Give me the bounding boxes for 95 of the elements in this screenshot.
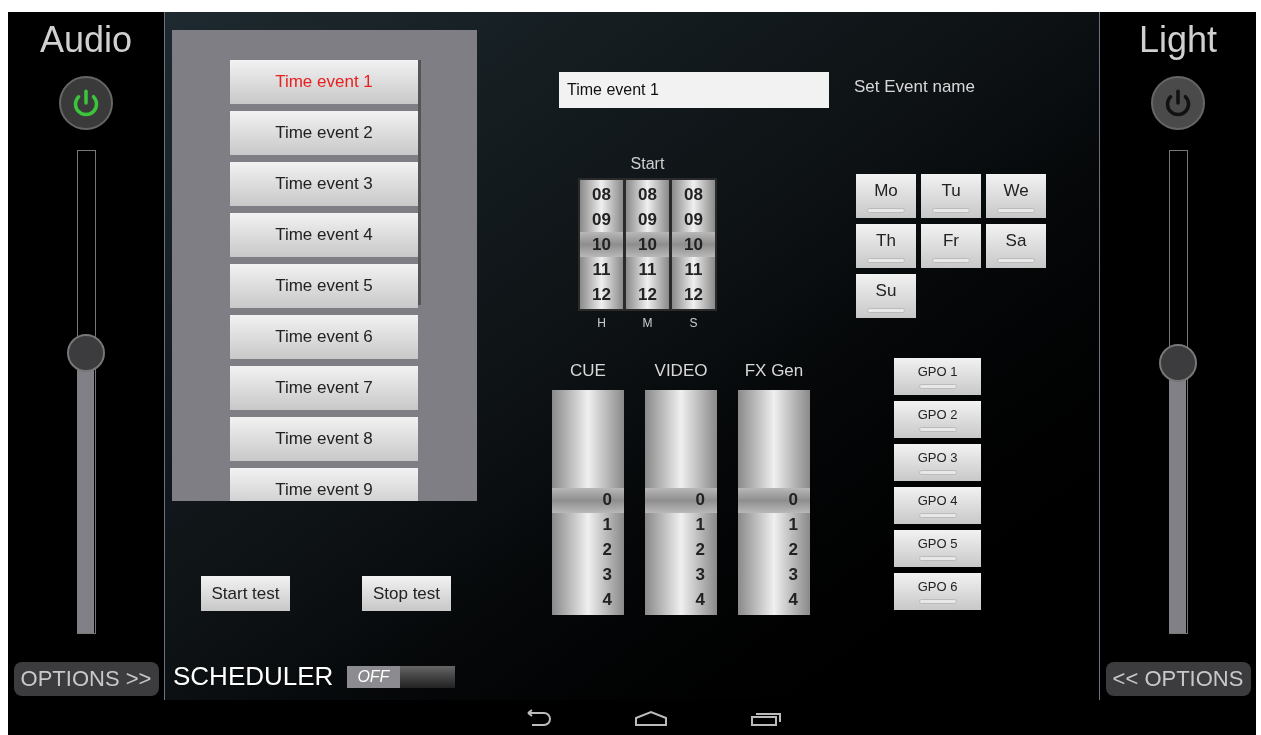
picker-value[interactable]: 2 xyxy=(645,537,717,563)
event-item[interactable]: Time event 7 xyxy=(230,366,418,410)
picker-value[interactable]: 10 xyxy=(580,232,623,257)
day-button[interactable]: Sa xyxy=(986,224,1046,268)
event-item[interactable]: Time event 4 xyxy=(230,213,418,257)
indicator-bar xyxy=(997,207,1035,213)
power-button[interactable] xyxy=(59,76,113,130)
day-button[interactable]: Fr xyxy=(921,224,981,268)
picker-value[interactable]: 3 xyxy=(738,562,810,588)
indicator-bar xyxy=(918,512,957,518)
scheduler-label: SCHEDULER xyxy=(173,660,334,693)
picker-column[interactable]: 0 1 2 3 4 xyxy=(738,389,810,615)
gpo-button[interactable]: GPO 5 xyxy=(894,530,981,567)
indicator-bar xyxy=(918,598,957,604)
vertical-slider[interactable] xyxy=(67,150,105,634)
picker-value[interactable]: 10 xyxy=(626,232,669,257)
picker-column[interactable]: 08 09 10 11 12 xyxy=(672,180,715,309)
picker-value[interactable]: 12 xyxy=(672,282,715,307)
event-item[interactable]: Time event 8 xyxy=(230,417,418,461)
indicator-bar xyxy=(867,207,905,213)
gpo-button[interactable]: GPO 2 xyxy=(894,401,981,438)
picker-value[interactable]: 08 xyxy=(626,182,669,207)
picker-value[interactable]: 09 xyxy=(672,207,715,232)
indicator-bar xyxy=(867,307,905,313)
channel-label: FX Gen xyxy=(744,360,804,382)
gpo-button[interactable]: GPO 4 xyxy=(894,487,981,524)
picker-column[interactable]: 08 09 10 11 12 xyxy=(580,180,623,309)
picker-unit-label: S xyxy=(688,315,699,332)
indicator-bar xyxy=(918,469,957,475)
indicator-bar xyxy=(932,257,970,263)
event-item[interactable]: Time event 6 xyxy=(230,315,418,359)
options-button[interactable]: << OPTIONS xyxy=(1105,662,1251,696)
day-button[interactable]: Tu xyxy=(921,174,981,218)
picker-value[interactable]: 09 xyxy=(626,207,669,232)
indicator-bar xyxy=(918,555,957,561)
picker-value[interactable]: 4 xyxy=(552,587,624,613)
day-button[interactable]: Th xyxy=(856,224,916,268)
picker-value[interactable]: 4 xyxy=(645,587,717,613)
indicator-bar xyxy=(932,207,970,213)
picker-value[interactable]: 11 xyxy=(580,257,623,282)
event-item[interactable]: Time event 2 xyxy=(230,111,418,155)
panel-title: Audio xyxy=(39,22,133,58)
picker-value[interactable]: 12 xyxy=(580,282,623,307)
picker-value[interactable]: 3 xyxy=(552,562,624,588)
indicator-bar xyxy=(997,257,1035,263)
start-label: Start xyxy=(630,154,665,174)
picker-value[interactable]: 11 xyxy=(626,257,669,282)
picker-value[interactable]: 10 xyxy=(672,232,715,257)
indicator-bar xyxy=(918,383,957,389)
picker-value[interactable]: 1 xyxy=(645,512,717,538)
gpo-button[interactable]: GPO 1 xyxy=(894,358,981,395)
picker-column[interactable]: 08 09 10 11 12 xyxy=(626,180,669,309)
picker-value[interactable]: 4 xyxy=(738,587,810,613)
options-button[interactable]: OPTIONS >> xyxy=(13,662,159,696)
toggle-knob: OFF xyxy=(347,665,401,688)
gpo-button[interactable]: GPO 3 xyxy=(894,444,981,481)
picker-value[interactable]: 12 xyxy=(626,282,669,307)
picker-column[interactable]: 0 1 2 3 4 xyxy=(552,389,624,615)
picker-value[interactable]: 11 xyxy=(672,257,715,282)
picker-value[interactable]: 2 xyxy=(738,537,810,563)
picker-value[interactable]: 0 xyxy=(552,487,624,513)
test-button[interactable]: Stop test xyxy=(362,576,451,611)
event-name-field[interactable]: Time event 1 xyxy=(559,72,829,108)
power-icon xyxy=(1164,89,1192,117)
picker-value[interactable]: 2 xyxy=(552,537,624,563)
day-button[interactable]: Su xyxy=(856,274,916,318)
indicator-bar xyxy=(918,426,957,432)
channel-label: VIDEO xyxy=(654,360,708,382)
channel-label: CUE xyxy=(570,360,606,382)
picker-column[interactable]: 0 1 2 3 4 xyxy=(645,389,717,615)
gpo-button[interactable]: GPO 6 xyxy=(894,573,981,610)
day-button[interactable]: We xyxy=(986,174,1046,218)
field-label: Set Event name xyxy=(854,76,975,98)
event-item[interactable]: Time event 9 xyxy=(230,468,418,501)
picker-value[interactable]: 3 xyxy=(645,562,717,588)
slider-thumb[interactable] xyxy=(1159,343,1197,382)
event-item[interactable]: Time event 3 xyxy=(230,162,418,206)
picker-value[interactable]: 1 xyxy=(552,512,624,538)
power-icon xyxy=(72,89,100,117)
picker-unit-label: M xyxy=(641,315,654,332)
slider-thumb[interactable] xyxy=(67,334,105,373)
day-button[interactable]: Mo xyxy=(856,174,916,218)
picker-value[interactable]: 0 xyxy=(645,487,717,513)
picker-value[interactable]: 08 xyxy=(672,182,715,207)
picker-value[interactable]: 0 xyxy=(738,487,810,513)
home-icon[interactable] xyxy=(634,709,668,726)
test-button[interactable]: Start test xyxy=(201,576,290,611)
event-item[interactable]: Time event 5 xyxy=(230,264,418,308)
vertical-slider[interactable] xyxy=(1159,150,1197,634)
picker-value[interactable]: 08 xyxy=(580,182,623,207)
panel-title: Light xyxy=(1138,22,1218,58)
picker-value[interactable]: 09 xyxy=(580,207,623,232)
indicator-bar xyxy=(867,257,905,263)
picker-unit-label: H xyxy=(596,315,607,332)
picker-value[interactable]: 1 xyxy=(738,512,810,538)
